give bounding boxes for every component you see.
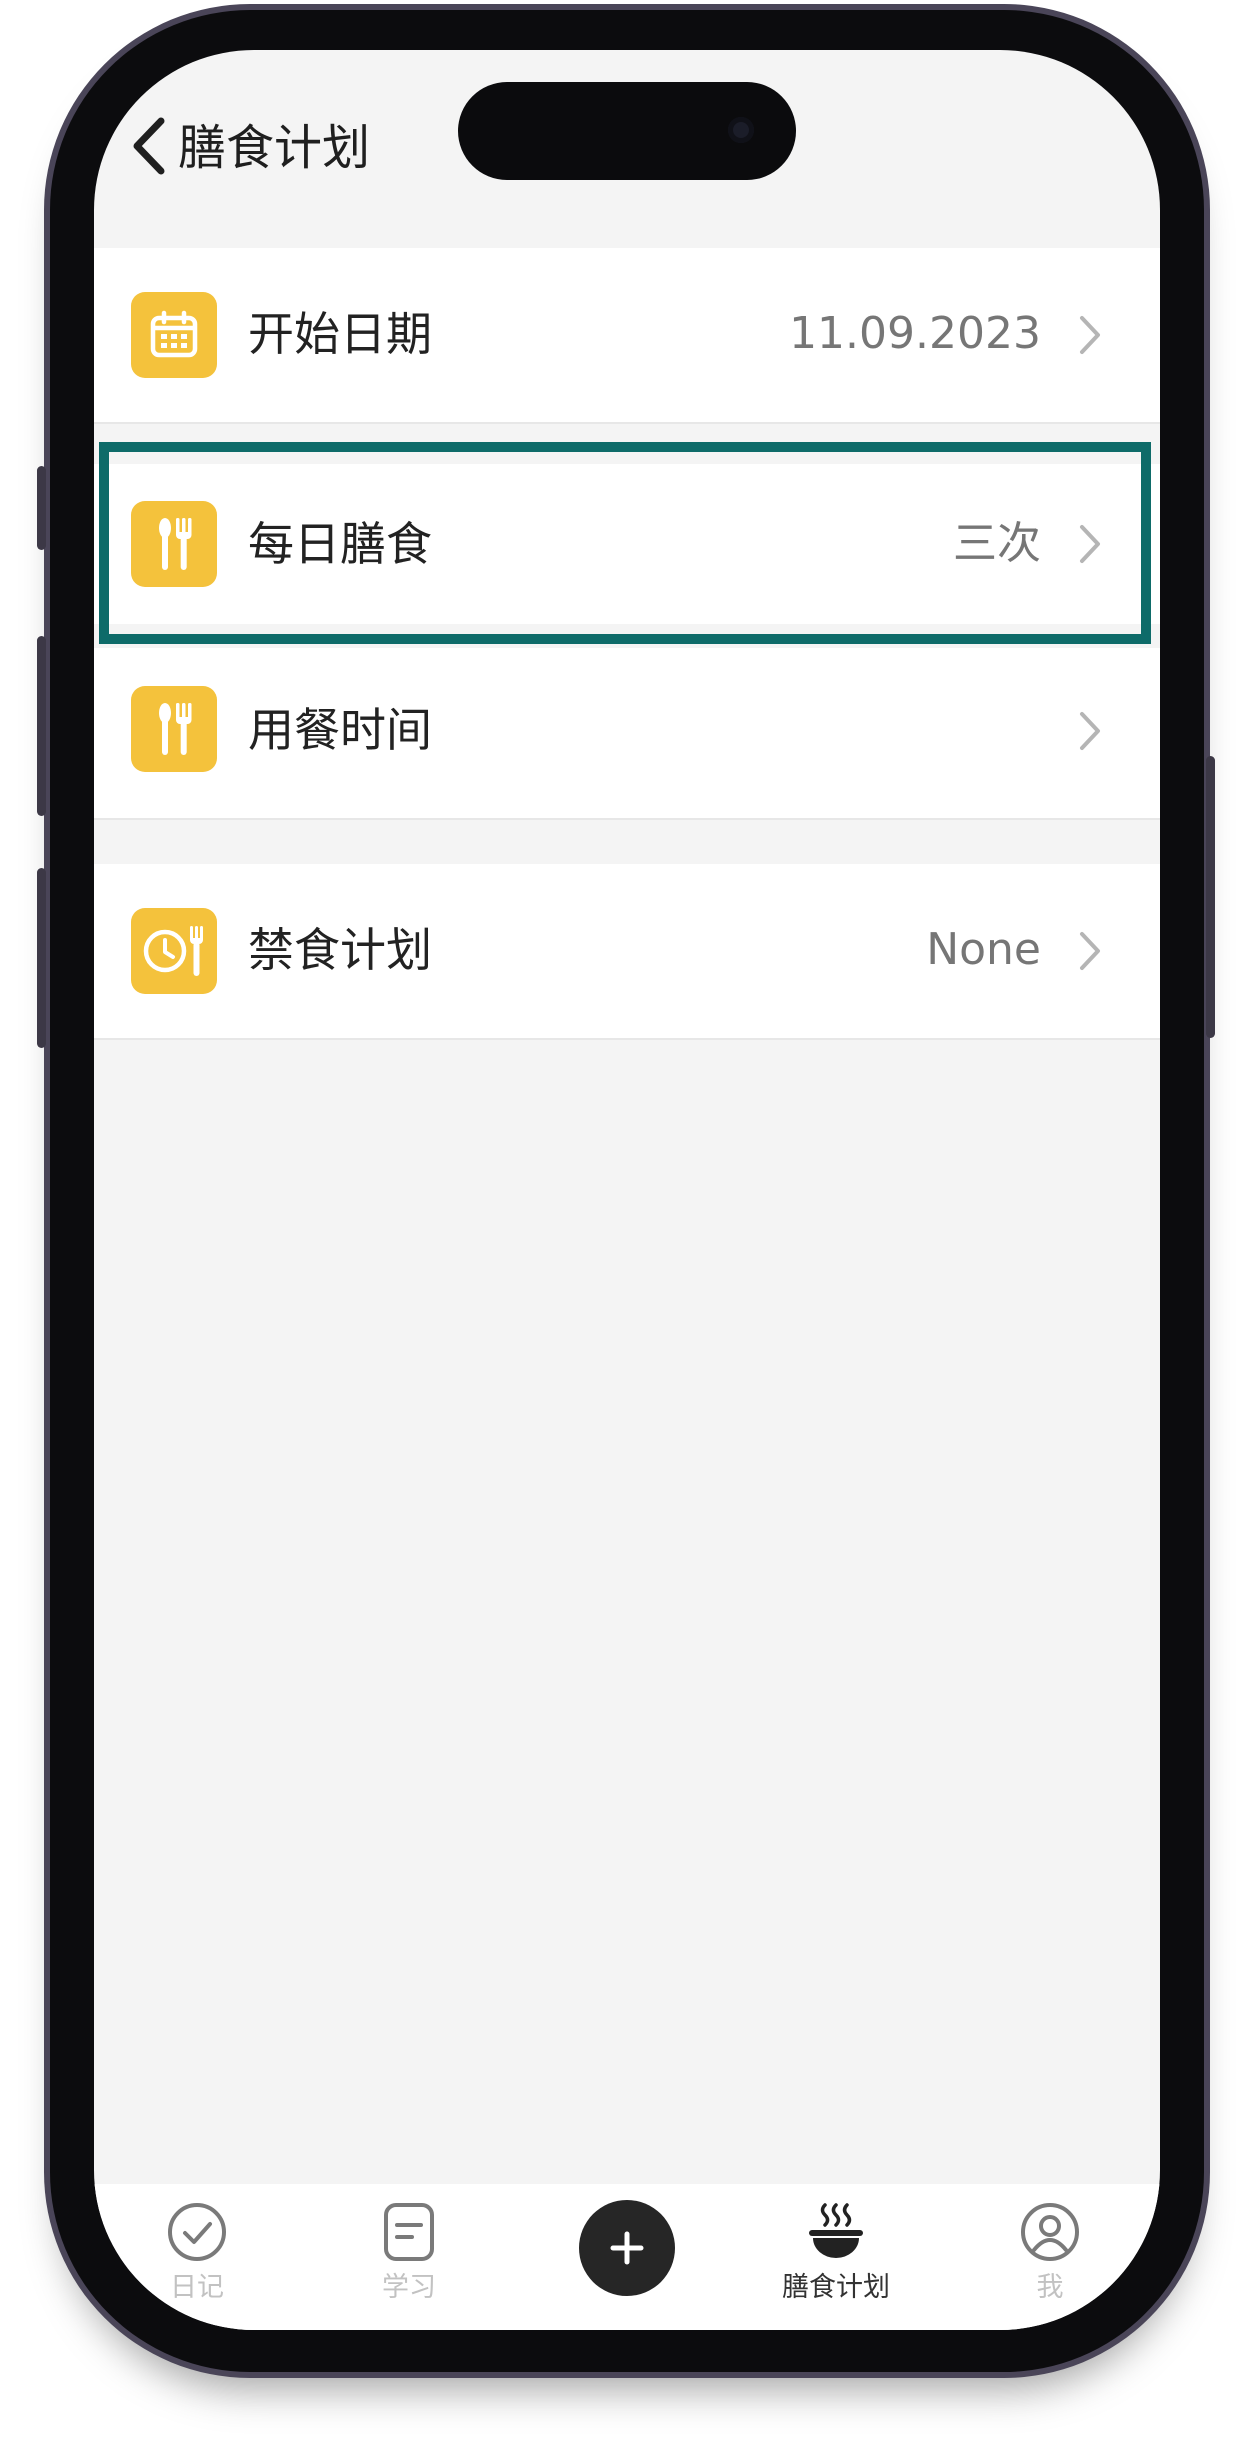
user-circle-icon xyxy=(1018,2200,1082,2264)
row-label: 禁食计划 xyxy=(248,923,432,977)
row-label: 每日膳食 xyxy=(248,517,432,571)
volume-down-button xyxy=(37,868,46,1048)
chevron-right-icon xyxy=(1075,312,1105,358)
action-button xyxy=(37,466,46,550)
row-value: None xyxy=(926,924,1041,975)
tab-meal-plan[interactable]: 膳食计划 xyxy=(746,2184,926,2330)
tab-label: 学习 xyxy=(382,2272,436,2303)
row-meal-time[interactable]: 用餐时间 xyxy=(94,648,1160,820)
camera-icon xyxy=(728,117,754,143)
row-label: 开始日期 xyxy=(248,307,432,361)
calendar-icon xyxy=(131,292,217,378)
tab-label: 我 xyxy=(1036,2272,1064,2303)
plus-icon xyxy=(610,2231,644,2265)
row-fasting-plan[interactable]: 禁食计划 None xyxy=(94,864,1160,1040)
check-circle-icon xyxy=(165,2200,229,2264)
clock-utensils-icon xyxy=(131,908,217,994)
volume-up-button xyxy=(37,636,46,816)
page-title: 膳食计划 xyxy=(178,120,371,176)
row-value: 11.09.2023 xyxy=(789,308,1041,359)
row-value: 三次 xyxy=(953,518,1041,569)
chevron-right-icon xyxy=(1075,928,1105,974)
steaming-bowl-icon xyxy=(804,2200,868,2264)
tab-label: 日记 xyxy=(170,2272,224,2303)
tab-learn[interactable]: 学习 xyxy=(319,2184,499,2330)
screen: 膳食计划 开始日期 11.09.2023 每日膳食 三次 用餐时间 禁食计划 N… xyxy=(94,50,1160,2330)
add-button[interactable] xyxy=(579,2200,675,2296)
document-icon xyxy=(377,2200,441,2264)
chevron-left-icon xyxy=(133,117,165,175)
fork-spoon-icon xyxy=(131,686,217,772)
row-start-date[interactable]: 开始日期 11.09.2023 xyxy=(94,248,1160,424)
dynamic-island xyxy=(458,82,796,180)
power-button xyxy=(1206,756,1215,1038)
tab-label: 膳食计划 xyxy=(782,2272,890,2303)
chevron-right-icon xyxy=(1075,521,1105,567)
row-label: 用餐时间 xyxy=(248,703,432,757)
tab-diary[interactable]: 日记 xyxy=(107,2184,287,2330)
chevron-right-icon xyxy=(1075,708,1105,754)
tab-me[interactable]: 我 xyxy=(960,2184,1140,2330)
back-button[interactable] xyxy=(114,106,182,186)
tab-bar: 日记 学习 膳食计划 我 xyxy=(94,2184,1160,2330)
fork-spoon-icon xyxy=(131,501,217,587)
row-daily-meals[interactable]: 每日膳食 三次 xyxy=(94,464,1160,624)
